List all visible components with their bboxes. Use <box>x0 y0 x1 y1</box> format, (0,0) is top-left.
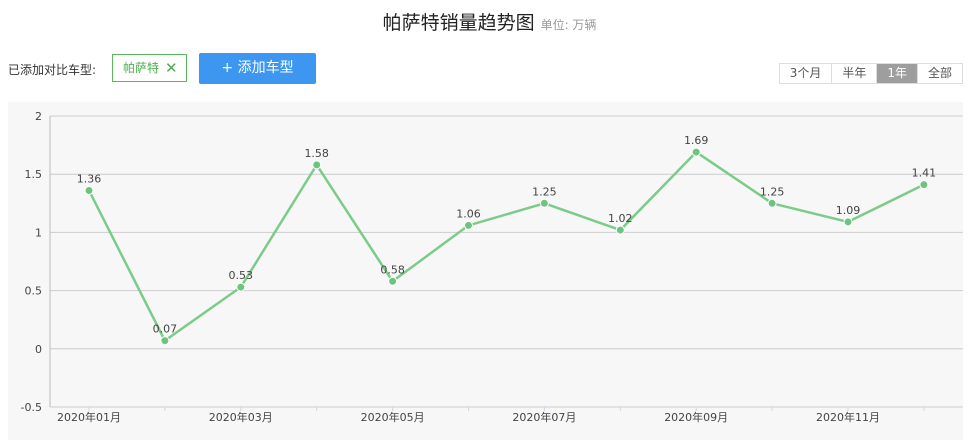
line-chart: 2 1.5 1 0.5 0 -0.5 2020年01月 2020年03月 2020年05月 202… <box>21 110 963 424</box>
data-label: 1.25 <box>760 185 785 198</box>
data-point <box>615 225 625 235</box>
data-point <box>236 282 246 292</box>
data-point <box>464 220 473 230</box>
data-point <box>160 336 170 346</box>
data-point <box>312 160 322 170</box>
series-line <box>87 150 925 342</box>
data-label: 1.09 <box>836 204 861 217</box>
data-label: 1.06 <box>456 207 481 220</box>
data-point <box>843 217 853 227</box>
y-tick-label: 0.5 <box>25 285 43 298</box>
y-tick-label: 2 <box>35 110 42 123</box>
data-label: 1.69 <box>684 134 709 147</box>
data-label: 1.25 <box>532 185 557 198</box>
data-label: 1.41 <box>912 167 937 180</box>
data-point <box>767 198 777 208</box>
data-label: 0.07 <box>153 323 178 336</box>
y-tick-label: 0 <box>35 343 42 356</box>
data-label: 0.58 <box>380 263 405 276</box>
data-label: 1.36 <box>77 172 102 185</box>
data-point <box>539 198 549 208</box>
x-tick-label: 2020年01月 <box>57 410 121 424</box>
data-point <box>84 185 94 195</box>
y-tick-label: 1.5 <box>25 168 43 181</box>
y-tick-label: -0.5 <box>21 401 42 414</box>
x-tick-label: 2020年05月 <box>361 410 425 424</box>
data-label: 1.02 <box>608 212 633 225</box>
y-tick-label: 1 <box>35 226 42 239</box>
data-label: 0.53 <box>229 269 254 282</box>
x-tick-label: 2020年11月 <box>816 410 880 424</box>
x-tick-label: 2020年03月 <box>209 410 273 424</box>
data-point <box>691 147 701 157</box>
x-tick-label: 2020年09月 <box>664 410 728 424</box>
x-tick-label: 2020年07月 <box>512 410 576 424</box>
data-point <box>388 276 398 286</box>
data-point <box>919 180 929 190</box>
data-label: 1.58 <box>304 147 329 160</box>
